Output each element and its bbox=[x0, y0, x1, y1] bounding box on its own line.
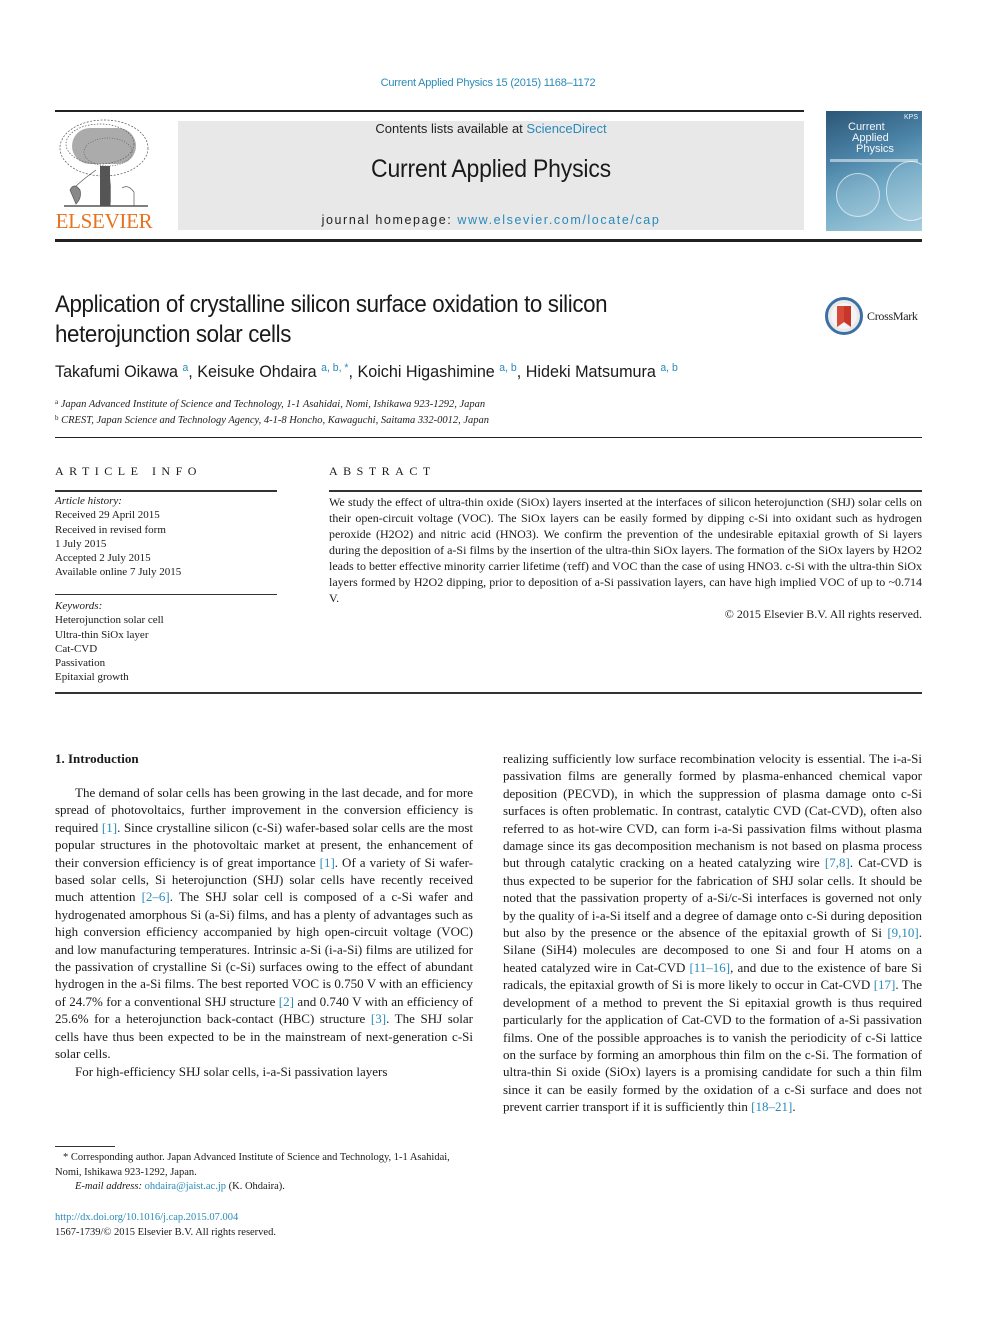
keyword-item[interactable]: Heterojunction solar cell bbox=[55, 613, 277, 627]
body-paragraph: realizing sufficiently low surface recom… bbox=[503, 751, 922, 1115]
citation-link[interactable]: [7,8] bbox=[825, 855, 850, 870]
email-label: E-mail address: bbox=[75, 1181, 142, 1192]
body-column-left: The demand of solar cells has been growi… bbox=[55, 784, 473, 1080]
keyword-item[interactable]: Cat-CVD bbox=[55, 642, 277, 656]
affiliation-mark: a bbox=[55, 398, 59, 406]
article-info-heading: ARTICLE INFO bbox=[55, 464, 202, 478]
title-divider bbox=[55, 437, 922, 438]
body-column-right: realizing sufficiently low surface recom… bbox=[503, 750, 922, 1116]
email-note: E-mail address: ohdaira@jaist.ac.jp (K. … bbox=[55, 1180, 473, 1195]
abstract-text: We study the effect of ultra-thin oxide … bbox=[329, 495, 922, 605]
citation-link[interactable]: [11–16] bbox=[689, 960, 730, 975]
kps-badge: KPS bbox=[903, 114, 918, 121]
journal-homepage-link[interactable]: www.elsevier.com/locate/cap bbox=[457, 213, 660, 227]
journal-homepage-line: journal homepage: www.elsevier.com/locat… bbox=[178, 213, 804, 227]
crossmark-button[interactable]: CrossMark bbox=[825, 297, 925, 335]
email-suffix: (K. Ohdaira). bbox=[226, 1181, 285, 1192]
history-item: 1 July 2015 bbox=[55, 537, 107, 550]
abstract-divider bbox=[329, 490, 922, 492]
section-heading-introduction: 1. Introduction bbox=[55, 751, 139, 766]
abstract-copyright: © 2015 Elsevier B.V. All rights reserved… bbox=[724, 607, 922, 621]
elsevier-tree-icon bbox=[59, 119, 149, 207]
affiliation-text: CREST, Japan Science and Technology Agen… bbox=[61, 414, 490, 426]
contents-availability-line: Contents lists available at ScienceDirec… bbox=[178, 121, 804, 136]
affiliation-mark: b bbox=[55, 413, 59, 422]
keyword-item[interactable]: Passivation bbox=[55, 656, 277, 670]
header-bottom-divider bbox=[55, 239, 922, 242]
body-paragraph: The demand of solar cells has been growi… bbox=[55, 785, 474, 1062]
author-separator: , bbox=[188, 362, 198, 381]
keyword-item[interactable]: Epitaxial growth bbox=[55, 670, 277, 684]
author-name[interactable]: Keisuke Ohdaira bbox=[197, 362, 316, 381]
elsevier-logo[interactable]: ELSEVIER bbox=[52, 118, 156, 234]
crossmark-icon bbox=[825, 297, 863, 335]
citation-link[interactable]: [1] bbox=[102, 820, 117, 835]
citation-link[interactable]: [1] bbox=[320, 855, 335, 870]
article-title: Application of crystalline silicon surfa… bbox=[55, 291, 608, 348]
journal-reference-link[interactable]: Current Applied Physics 15 (2015) 1168–1… bbox=[0, 77, 976, 89]
history-item: Available online 7 July 2015 bbox=[55, 566, 182, 579]
author-affiliation-mark[interactable]: a, b bbox=[660, 362, 677, 374]
author-affiliation-mark[interactable]: a, b, * bbox=[321, 362, 348, 374]
cover-bubble-graphic bbox=[836, 173, 880, 217]
keyword-item[interactable]: Ultra-thin SiOx layer bbox=[55, 628, 277, 642]
author-list: Takafumi Oikawa a, Keisuke Ohdaira a, b,… bbox=[55, 362, 872, 382]
affiliation-text: Japan Advanced Institute of Science and … bbox=[60, 399, 486, 410]
author-name[interactable]: Koichi Higashimine bbox=[357, 362, 494, 381]
author-separator: , bbox=[348, 362, 358, 381]
history-item: Accepted 2 July 2015 bbox=[55, 552, 151, 565]
issn-copyright: 1567-1739/© 2015 Elsevier B.V. All right… bbox=[55, 1227, 276, 1238]
header-divider bbox=[55, 110, 804, 112]
history-item: Received in revised form bbox=[55, 523, 166, 536]
affiliation-item: b CREST, Japan Science and Technology Ag… bbox=[55, 412, 915, 428]
affiliations: a Japan Advanced Institute of Science an… bbox=[55, 396, 915, 427]
footnotes: * Corresponding author. Japan Advanced I… bbox=[55, 1151, 473, 1195]
contents-prefix: Contents lists available at bbox=[375, 121, 527, 136]
author-affiliation-mark[interactable]: a, b bbox=[499, 362, 516, 374]
abstract-heading: ABSTRACT bbox=[329, 464, 436, 478]
keywords: Keywords: Heterojunction solar cell Ultr… bbox=[55, 599, 277, 685]
journal-title: Current Applied Physics bbox=[371, 155, 611, 183]
doi-link[interactable]: http://dx.doi.org/10.1016/j.cap.2015.07.… bbox=[55, 1210, 473, 1225]
affiliation-item: a Japan Advanced Institute of Science an… bbox=[55, 396, 915, 412]
article-history: Article history: Received 29 April 2015 … bbox=[55, 494, 277, 580]
email-link[interactable]: ohdaira@jaist.ac.jp bbox=[145, 1181, 226, 1192]
footnote-divider bbox=[55, 1146, 115, 1147]
corresponding-author-note: * Corresponding author. Japan Advanced I… bbox=[55, 1152, 450, 1178]
cover-title: Current Applied Physics bbox=[848, 122, 894, 155]
front-matter-divider bbox=[55, 692, 922, 694]
citation-link[interactable]: [2] bbox=[279, 994, 294, 1009]
sciencedirect-link[interactable]: ScienceDirect bbox=[526, 121, 606, 136]
author-separator: , bbox=[516, 362, 526, 381]
cover-title-line: Physics bbox=[856, 143, 894, 155]
homepage-prefix: journal homepage: bbox=[321, 213, 458, 227]
journal-cover-image[interactable]: KPS Current Applied Physics bbox=[826, 111, 922, 231]
journal-masthead: Contents lists available at ScienceDirec… bbox=[178, 121, 804, 230]
citation-link[interactable]: [17] bbox=[874, 977, 896, 992]
citation-link[interactable]: [2–6] bbox=[142, 889, 170, 904]
article-history-label: Article history: bbox=[55, 495, 122, 507]
keywords-divider bbox=[55, 594, 277, 595]
citation-link[interactable]: [3] bbox=[371, 1011, 386, 1026]
citation-link[interactable]: [18–21] bbox=[751, 1099, 792, 1114]
body-paragraph: For high-efficiency SHJ solar cells, i-a… bbox=[75, 1063, 388, 1079]
crossmark-label: CrossMark bbox=[867, 308, 918, 323]
history-item: Received 29 April 2015 bbox=[55, 509, 160, 522]
keywords-label: Keywords: bbox=[55, 600, 103, 612]
elsevier-wordmark: ELSEVIER bbox=[55, 209, 153, 233]
cover-bubble-graphic bbox=[886, 161, 922, 221]
doi-block: http://dx.doi.org/10.1016/j.cap.2015.07.… bbox=[55, 1210, 473, 1240]
article-info-divider bbox=[55, 490, 277, 492]
author-name[interactable]: Takafumi Oikawa bbox=[55, 362, 178, 381]
author-name[interactable]: Hideki Matsumura bbox=[526, 362, 656, 381]
citation-link[interactable]: [9,10] bbox=[887, 925, 918, 940]
